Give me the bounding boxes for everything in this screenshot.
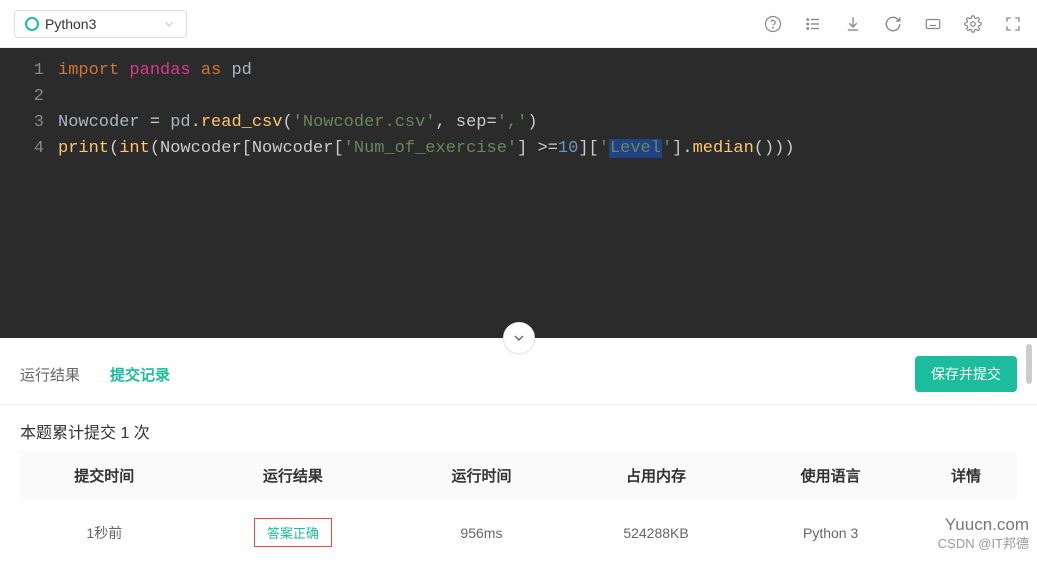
col-language: 使用语言 bbox=[746, 451, 915, 500]
list-icon[interactable] bbox=[803, 14, 823, 34]
col-memory: 占用内存 bbox=[566, 451, 747, 500]
code-line: 3 Nowcoder = pd.read_csv('Nowcoder.csv',… bbox=[0, 110, 1037, 136]
submission-summary: 本题累计提交 1 次 bbox=[0, 405, 1037, 451]
tab-run-result[interactable]: 运行结果 bbox=[20, 364, 80, 385]
col-detail: 详情 bbox=[915, 451, 1017, 500]
col-result: 运行结果 bbox=[189, 451, 398, 500]
line-number: 1 bbox=[0, 58, 58, 84]
cell-result: 答案正确 bbox=[189, 500, 398, 565]
chevron-down-icon bbox=[162, 17, 176, 31]
language-label: Python3 bbox=[45, 16, 96, 32]
toolbar-actions bbox=[763, 14, 1023, 34]
cell-time: 1秒前 bbox=[20, 500, 189, 565]
help-icon[interactable] bbox=[763, 14, 783, 34]
code-line: 1 import pandas as pd bbox=[0, 58, 1037, 84]
cell-memory: 524288KB bbox=[566, 500, 747, 565]
submission-table: 提交时间 运行结果 运行时间 占用内存 使用语言 详情 1秒前 答案正确 956… bbox=[0, 451, 1037, 565]
code-line: 2 bbox=[0, 84, 1037, 110]
code-line: 4 print(int(Nowcoder[Nowcoder['Num_of_ex… bbox=[0, 136, 1037, 162]
tab-submit-record[interactable]: 提交记录 bbox=[110, 364, 170, 385]
line-number: 2 bbox=[0, 84, 58, 110]
save-submit-button[interactable]: 保存并提交 bbox=[915, 356, 1017, 392]
gear-icon[interactable] bbox=[963, 14, 983, 34]
fullscreen-icon[interactable] bbox=[1003, 14, 1023, 34]
scrollbar-thumb[interactable] bbox=[1026, 344, 1032, 384]
refresh-icon[interactable] bbox=[883, 14, 903, 34]
keyboard-icon[interactable] bbox=[923, 14, 943, 34]
cell-language: Python 3 bbox=[746, 500, 915, 565]
cell-runtime: 956ms bbox=[397, 500, 566, 565]
col-runtime: 运行时间 bbox=[397, 451, 566, 500]
code-editor[interactable]: 1 import pandas as pd 2 3 Nowcoder = pd.… bbox=[0, 48, 1037, 338]
language-selector[interactable]: Python3 bbox=[14, 10, 187, 38]
top-toolbar: Python3 bbox=[0, 0, 1037, 48]
line-number: 3 bbox=[0, 110, 58, 136]
table-header-row: 提交时间 运行结果 运行时间 占用内存 使用语言 详情 bbox=[20, 451, 1017, 500]
line-number: 4 bbox=[0, 136, 58, 162]
download-icon[interactable] bbox=[843, 14, 863, 34]
result-badge[interactable]: 答案正确 bbox=[254, 518, 332, 547]
language-ring-icon bbox=[25, 17, 39, 31]
col-time: 提交时间 bbox=[20, 451, 189, 500]
table-row: 1秒前 答案正确 956ms 524288KB Python 3 bbox=[20, 500, 1017, 565]
collapse-handle[interactable] bbox=[503, 322, 535, 354]
cell-detail[interactable] bbox=[915, 500, 1017, 565]
